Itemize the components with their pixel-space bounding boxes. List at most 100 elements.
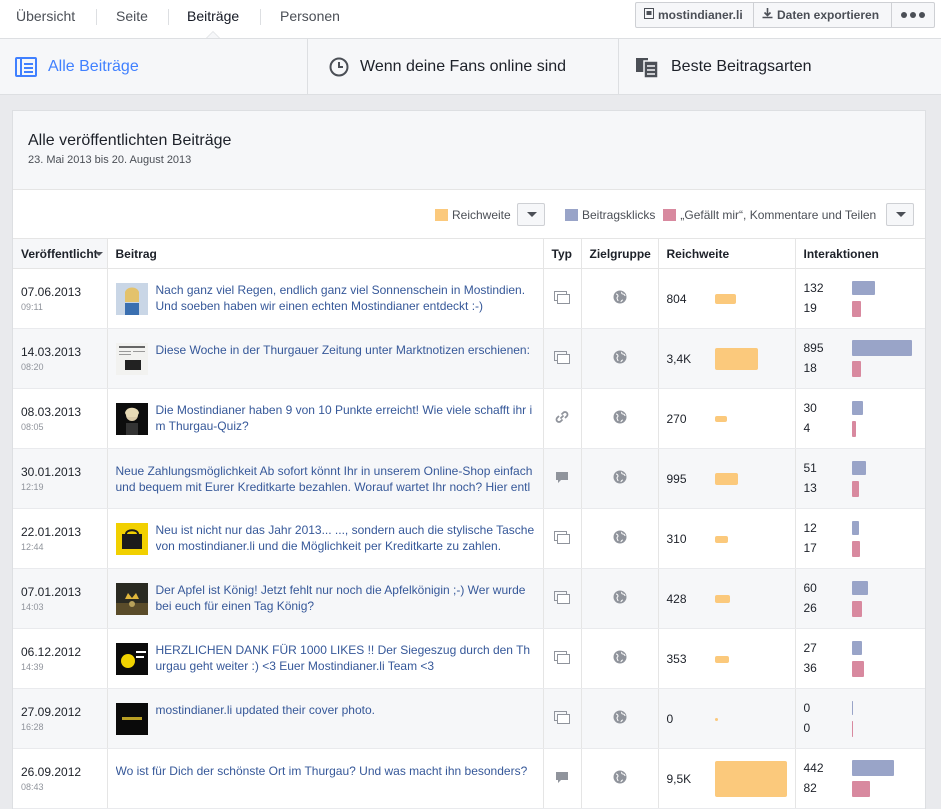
col-type[interactable]: Typ <box>543 238 582 269</box>
list-icon <box>15 57 37 82</box>
interactions-cell: 132 19 <box>795 268 925 329</box>
top-nav: Übersicht Seite Beiträge Personen mostin… <box>0 0 941 39</box>
audience-cell <box>581 268 659 329</box>
table-row[interactable]: 27.09.2012 16:28 mostindianer.li updated… <box>13 688 925 749</box>
interactions-cell: 442 82 <box>795 748 925 809</box>
table-row[interactable]: 07.01.2013 14:03 Der Apfel ist König! Je… <box>13 568 925 629</box>
post-text-link[interactable]: Diese Woche in der Thurgauer Zeitung unt… <box>156 342 530 374</box>
likes-swatch <box>663 209 677 221</box>
link-icon <box>554 411 570 428</box>
reach-value: 9,5K <box>666 772 692 786</box>
tab-page[interactable]: Seite <box>116 0 148 33</box>
page-icon <box>644 8 654 22</box>
tab-people[interactable]: Personen <box>280 0 340 33</box>
more-icon <box>901 12 925 18</box>
type-cell <box>543 268 582 329</box>
post-time: 14:39 <box>21 661 44 672</box>
post-thumbnail[interactable] <box>115 583 148 615</box>
subtab-fans-online[interactable]: Wenn deine Fans online sind <box>308 39 619 94</box>
card-title: Alle veröffentlichten Beiträge <box>28 132 232 149</box>
table-row[interactable]: 22.01.2013 12:44 Neu ist nicht nur das J… <box>13 508 925 569</box>
table-row[interactable]: 26.09.2012 08:43 Wo ist für Dich der sch… <box>13 748 925 809</box>
globe-icon <box>613 350 627 367</box>
table-row[interactable]: 14.03.2013 08:20 Diese Woche in der Thur… <box>13 328 925 389</box>
photo-icon <box>554 350 570 367</box>
interactions-cell: 60 26 <box>795 568 925 629</box>
col-reach[interactable]: Reichweite <box>658 238 796 269</box>
post-text-link[interactable]: Nach ganz viel Regen, endlich ganz viel … <box>156 282 535 314</box>
tab-divider <box>260 9 261 25</box>
page-button[interactable]: mostindianer.li <box>636 3 754 27</box>
post-thumbnail[interactable] <box>115 343 148 375</box>
post-cell: Wo ist für Dich der schönste Ort im Thur… <box>107 748 544 809</box>
post-time: 14:03 <box>21 601 44 612</box>
table-row[interactable]: 30.01.2013 12:19 Neue Zahlungsmöglichkei… <box>13 448 925 509</box>
post-date: 07.06.2013 <box>21 284 82 299</box>
col-interactions[interactable]: Interaktionen <box>795 238 925 269</box>
table-row[interactable]: 08.03.2013 08:05 Die Mostindianer haben … <box>13 388 925 449</box>
post-date: 26.09.2012 <box>21 764 82 779</box>
reach-bar <box>714 717 718 721</box>
published-cell: 06.12.2012 14:39 <box>13 628 108 689</box>
clicks-bar <box>851 281 875 295</box>
likes-value: 36 <box>803 661 817 675</box>
subtab-best-types[interactable]: Beste Beitragsarten <box>619 39 941 94</box>
reach-metric-dropdown[interactable] <box>517 203 545 226</box>
clicks-bar <box>851 461 866 475</box>
subtab-best-types-label: Beste Beitragsarten <box>671 57 812 75</box>
tab-overview[interactable]: Übersicht <box>16 0 75 33</box>
post-date: 14.03.2013 <box>21 344 82 359</box>
post-thumbnail[interactable] <box>115 283 148 315</box>
likes-value: 82 <box>803 781 817 795</box>
reach-cell: 270 <box>658 388 796 449</box>
status-icon <box>555 471 569 487</box>
type-cell <box>543 328 582 389</box>
type-cell <box>543 628 582 689</box>
post-thumbnail[interactable] <box>115 523 148 555</box>
col-audience[interactable]: Zielgruppe <box>581 238 659 269</box>
legend-reach: Reichweite <box>435 203 511 227</box>
interactions-metric-dropdown[interactable] <box>886 203 914 226</box>
reach-value: 428 <box>666 592 687 606</box>
reach-cell: 353 <box>658 628 796 689</box>
post-date: 30.01.2013 <box>21 464 82 479</box>
posts-table-body: 07.06.2013 09:11 Nach ganz viel Regen, e… <box>13 268 925 809</box>
post-thumbnail[interactable] <box>115 643 148 675</box>
reach-value: 3,4K <box>666 352 692 366</box>
post-thumbnail[interactable] <box>115 403 148 435</box>
tab-posts[interactable]: Beiträge <box>187 0 239 33</box>
col-published[interactable]: Veröffentlicht <box>13 238 108 269</box>
export-button-label: Daten exportieren <box>777 8 880 22</box>
post-text-link[interactable]: Neue Zahlungsmöglichkeit Ab sofort könnt… <box>116 463 535 495</box>
likes-bar <box>851 781 870 797</box>
post-text-link[interactable]: Die Mostindianer haben 9 von 10 Punkte e… <box>156 402 535 434</box>
sub-nav: Alle Beiträge Wenn deine Fans online sin… <box>0 39 941 95</box>
post-date: 27.09.2012 <box>21 704 82 719</box>
post-text-link[interactable]: mostindianer.li updated their cover phot… <box>156 702 375 734</box>
likes-bar <box>851 601 862 617</box>
post-thumbnail[interactable] <box>115 703 148 735</box>
published-cell: 08.03.2013 08:05 <box>13 388 108 449</box>
interactions-cell: 27 36 <box>795 628 925 689</box>
globe-icon <box>613 290 627 307</box>
table-row[interactable]: 06.12.2012 14:39 HERZLICHEN DANK FÜR 100… <box>13 628 925 689</box>
more-options-button[interactable] <box>892 3 934 27</box>
export-data-button[interactable]: Daten exportieren <box>754 3 892 27</box>
col-post[interactable]: Beitrag <box>107 238 544 269</box>
subtab-all-posts[interactable]: Alle Beiträge <box>0 39 308 94</box>
post-text-link[interactable]: Wo ist für Dich der schönste Ort im Thur… <box>116 763 528 795</box>
subtab-fans-online-label: Wenn deine Fans online sind <box>360 57 567 75</box>
photo-icon <box>554 650 570 667</box>
clicks-value: 442 <box>803 761 824 775</box>
card-header: Alle veröffentlichten Beiträge 23. Mai 2… <box>13 111 925 190</box>
likes-bar <box>851 361 861 377</box>
post-text-link[interactable]: Neu ist nicht nur das Jahr 2013... ..., … <box>156 522 535 554</box>
likes-bar <box>851 661 864 677</box>
post-text-link[interactable]: HERZLICHEN DANK FÜR 1000 LIKES !! Der Si… <box>156 642 535 674</box>
photo-icon <box>554 530 570 547</box>
interactions-cell: 30 4 <box>795 388 925 449</box>
tab-divider <box>168 9 169 25</box>
reach-bar <box>714 473 738 485</box>
post-text-link[interactable]: Der Apfel ist König! Jetzt fehlt nur noc… <box>156 582 535 614</box>
table-row[interactable]: 07.06.2013 09:11 Nach ganz viel Regen, e… <box>13 268 925 329</box>
